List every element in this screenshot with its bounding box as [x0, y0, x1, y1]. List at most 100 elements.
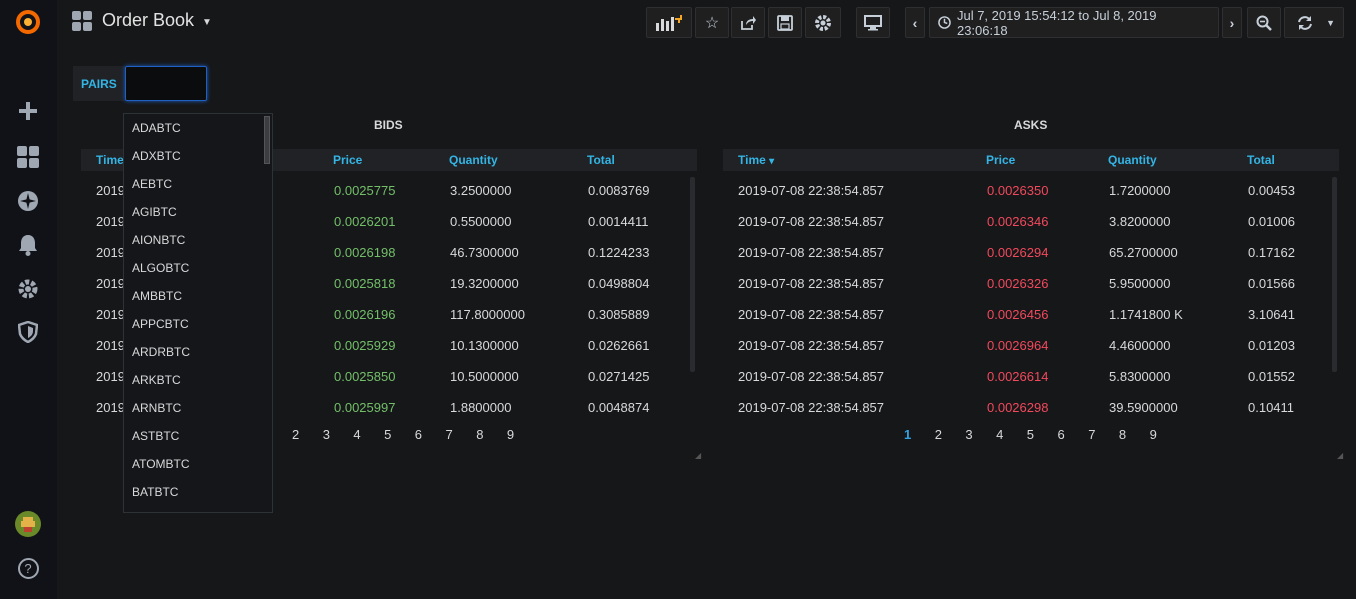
dropdown-option[interactable]: AEBTC: [124, 170, 272, 198]
bids-col-price[interactable]: Price: [333, 153, 362, 167]
asks-resize-handle[interactable]: ◢: [1337, 451, 1343, 460]
ask-time: 2019-07-08 22:38:54.857: [738, 214, 885, 229]
ask-quantity: 5.8300000: [1109, 369, 1171, 384]
time-back-button[interactable]: ‹: [905, 7, 925, 38]
bids-col-quantity[interactable]: Quantity: [449, 153, 498, 167]
ask-total: 0.10411: [1248, 400, 1295, 415]
asks-table-header: Time ▾ Price Quantity Total: [723, 149, 1339, 171]
ask-quantity: 1.7200000: [1109, 183, 1171, 198]
page-link[interactable]: 8: [1119, 427, 1126, 442]
bid-price: 0.0025775: [334, 183, 396, 198]
page-link[interactable]: 2: [935, 427, 942, 442]
zoom-out-button[interactable]: [1247, 7, 1281, 38]
page-link[interactable]: 9: [1150, 427, 1157, 442]
bids-col-time[interactable]: Time: [96, 153, 124, 167]
ask-quantity: 1.1741800 K: [1109, 307, 1183, 322]
bids-resize-handle[interactable]: ◢: [695, 451, 701, 460]
explore-icon[interactable]: [14, 187, 42, 215]
grafana-logo-icon[interactable]: [14, 8, 42, 36]
page-link[interactable]: 9: [507, 427, 514, 442]
ask-time: 2019-07-08 22:38:54.857: [738, 183, 885, 198]
bid-quantity: 117.8000000: [450, 307, 525, 322]
asks-col-time[interactable]: Time ▾: [738, 153, 774, 167]
time-forward-button[interactable]: ›: [1222, 7, 1242, 38]
dropdown-option[interactable]: ADABTC: [124, 114, 272, 142]
page-link-active[interactable]: 1: [904, 427, 911, 442]
page-link[interactable]: 3: [323, 427, 330, 442]
bid-quantity: 10.1300000: [450, 338, 519, 353]
save-icon: [777, 14, 793, 31]
bid-time: 2019: [96, 183, 125, 198]
add-panel-button[interactable]: [646, 7, 692, 38]
dashboard-title[interactable]: Order Book ▼: [72, 10, 212, 31]
table-row: 2019-07-08 22:38:54.857 0.0026350 1.720000…: [723, 183, 1329, 203]
dashboards-icon[interactable]: [14, 143, 42, 171]
bell-icon[interactable]: [14, 231, 42, 259]
settings-button[interactable]: [805, 7, 841, 38]
plus-icon[interactable]: [14, 97, 42, 125]
page-link[interactable]: 4: [353, 427, 360, 442]
ask-time: 2019-07-08 22:38:54.857: [738, 400, 885, 415]
avatar[interactable]: [14, 510, 42, 538]
page-link[interactable]: 3: [965, 427, 972, 442]
page-link[interactable]: 4: [996, 427, 1003, 442]
pairs-input[interactable]: [124, 66, 207, 101]
ask-total: 3.10641: [1248, 307, 1295, 322]
ask-price: 0.0026346: [987, 214, 1049, 229]
share-button[interactable]: [731, 7, 765, 38]
bids-col-total[interactable]: Total: [587, 153, 615, 167]
bid-price: 0.0026196: [334, 307, 396, 322]
page-link[interactable]: 7: [446, 427, 453, 442]
asks-col-total[interactable]: Total: [1247, 153, 1275, 167]
page-link[interactable]: 5: [1027, 427, 1034, 442]
ask-price: 0.0026350: [987, 183, 1049, 198]
bid-price: 0.0025997: [334, 400, 396, 415]
save-button[interactable]: [768, 7, 802, 38]
page-link[interactable]: 6: [1058, 427, 1065, 442]
ask-quantity: 4.4600000: [1109, 338, 1171, 353]
page-link[interactable]: 7: [1088, 427, 1095, 442]
bids-panel-title: BIDS: [374, 118, 403, 132]
table-row: 2019-07-08 22:38:54.857 0.0026346 3.820000…: [723, 214, 1329, 234]
dropdown-option[interactable]: ALGOBTC: [124, 254, 272, 282]
dropdown-option[interactable]: ASTBTC: [124, 422, 272, 450]
time-picker-button[interactable]: Jul 7, 2019 15:54:12 to Jul 8, 2019 23:0…: [929, 7, 1219, 38]
bid-time: 2019: [96, 400, 125, 415]
table-row: 2019-07-08 22:38:54.857 0.0026326 5.950000…: [723, 276, 1329, 296]
ask-total: 0.17162: [1248, 245, 1295, 260]
dropdown-option[interactable]: BATBTC: [124, 478, 272, 506]
zoom-out-icon: [1256, 15, 1272, 31]
help-icon[interactable]: ?: [14, 554, 42, 582]
dropdown-option[interactable]: AMBBTC: [124, 282, 272, 310]
bid-total: 0.3085889: [588, 307, 650, 322]
page-link[interactable]: 8: [476, 427, 483, 442]
bid-quantity: 1.8800000: [450, 400, 512, 415]
star-button[interactable]: ☆: [695, 7, 729, 38]
refresh-button[interactable]: ▼: [1284, 7, 1344, 38]
table-row: 2019-07-08 22:38:54.857 0.0026456 1.174180…: [723, 307, 1329, 327]
page-link[interactable]: 2: [292, 427, 299, 442]
share-icon: [741, 15, 756, 30]
bids-scrollbar[interactable]: [690, 177, 695, 372]
ask-time: 2019-07-08 22:38:54.857: [738, 338, 885, 353]
tv-mode-button[interactable]: [856, 7, 890, 38]
dropdown-option[interactable]: ATOMBTC: [124, 450, 272, 478]
gear-icon[interactable]: [14, 275, 42, 303]
dropdown-option[interactable]: AIONBTC: [124, 226, 272, 254]
asks-scrollbar[interactable]: [1332, 177, 1337, 372]
page-link[interactable]: 5: [384, 427, 391, 442]
ask-time: 2019-07-08 22:38:54.857: [738, 245, 885, 260]
bid-price: 0.0026201: [334, 214, 396, 229]
dropdown-option[interactable]: AGIBTC: [124, 198, 272, 226]
shield-icon[interactable]: [14, 318, 42, 346]
page-link[interactable]: 6: [415, 427, 422, 442]
dropdown-option[interactable]: ARKBTC: [124, 366, 272, 394]
dropdown-option[interactable]: ADXBTC: [124, 142, 272, 170]
dropdown-scrollbar[interactable]: [264, 116, 270, 164]
asks-col-quantity[interactable]: Quantity: [1108, 153, 1157, 167]
asks-col-price[interactable]: Price: [986, 153, 1015, 167]
bid-total: 0.0048874: [588, 400, 650, 415]
dropdown-option[interactable]: ARDRBTC: [124, 338, 272, 366]
dropdown-option[interactable]: ARNBTC: [124, 394, 272, 422]
dropdown-option[interactable]: APPCBTC: [124, 310, 272, 338]
